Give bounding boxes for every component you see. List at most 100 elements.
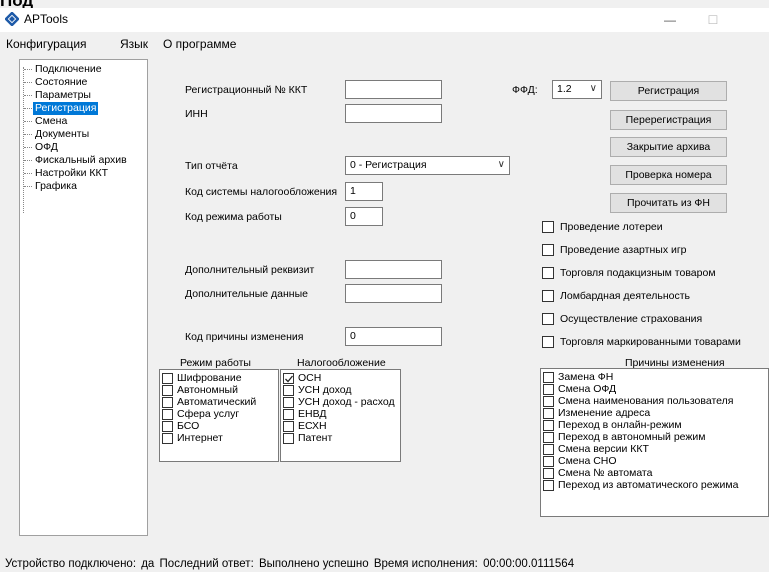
work-modes-list[interactable]: Шифрование Автономный Автоматический Сфера … (159, 369, 279, 462)
register-button[interactable]: Регистрация (610, 81, 727, 101)
inn-label: ИНН (185, 108, 208, 120)
taxation-title: Налогообложение (297, 357, 386, 369)
change-reason-checkbox[interactable] (543, 408, 554, 419)
tree-connector-line (23, 67, 24, 213)
tree-item-kkt-settings[interactable]: Настройки ККТ (23, 167, 110, 180)
menu-language[interactable]: Язык (120, 37, 148, 51)
activity-checkbox[interactable] (542, 336, 554, 348)
activity-checkbox[interactable] (542, 313, 554, 325)
extra-data-label: Дополнительные данные (185, 288, 308, 300)
work-mode-checkbox[interactable] (162, 385, 173, 396)
minimize-button[interactable]: — (653, 8, 687, 32)
change-reason-input[interactable]: 0 (345, 327, 442, 346)
extra-req-label: Дополнительный реквизит (185, 264, 315, 276)
close-archive-button[interactable]: Закрытие архива (610, 137, 727, 157)
status-connected-label: Устройство подключено: (5, 558, 137, 570)
taxation-checkbox[interactable] (283, 421, 294, 432)
work-mode-input[interactable]: 0 (345, 207, 383, 226)
taxation-checkbox[interactable] (283, 397, 294, 408)
activity-label: Торговля маркированными товарами (560, 336, 741, 348)
taxation-label: УСН доход (298, 384, 352, 396)
ffd-select[interactable]: 1.2 ∨ (552, 80, 602, 99)
work-mode-label: Код режима работы (185, 211, 282, 223)
tax-system-label: Код системы налогообложения (185, 186, 338, 198)
change-reasons-list[interactable]: Замена ФН Смена ОФД Смена наименования пол… (540, 368, 769, 517)
ffd-label: ФФД: (512, 84, 538, 96)
change-reason-label: Изменение адреса (558, 407, 651, 419)
change-reason-checkbox[interactable] (543, 372, 554, 383)
taxation-checkbox[interactable] (283, 433, 294, 444)
extra-data-input[interactable] (345, 284, 442, 303)
inn-input[interactable] (345, 104, 442, 123)
tax-system-input[interactable]: 1 (345, 182, 383, 201)
tree-item-documents[interactable]: Документы (23, 128, 91, 141)
taxation-label: ОСН (298, 372, 322, 384)
activity-checkbox[interactable] (542, 267, 554, 279)
read-from-fn-button[interactable]: Прочитать из ФН (610, 193, 727, 213)
ffd-value: 1.2 (557, 83, 572, 95)
activity-label: Торговля подакцизным товаром (560, 267, 716, 279)
work-mode-label: БСО (177, 420, 200, 432)
activity-label: Проведение лотереи (560, 221, 663, 233)
check-number-button[interactable]: Проверка номера (610, 165, 727, 185)
tree-item-graphics[interactable]: Графика (24, 180, 79, 193)
taxation-checkbox[interactable] (283, 409, 294, 420)
reg-number-label: Регистрационный № ККТ (185, 84, 308, 96)
activity-checkbox[interactable] (542, 290, 554, 302)
change-reason-checkbox[interactable] (543, 396, 554, 407)
work-mode-checkbox[interactable] (162, 409, 173, 420)
activity-checkbox[interactable] (542, 244, 554, 256)
report-type-value: 0 - Регистрация (350, 159, 427, 171)
work-mode-checkbox[interactable] (162, 421, 173, 432)
work-mode-label: Сфера услуг (177, 408, 240, 420)
tree-item-connection[interactable]: Подключение (24, 63, 104, 76)
tree-item-shift[interactable]: Смена (23, 115, 69, 128)
change-reason-label: Смена № автомата (558, 467, 653, 479)
taxation-list[interactable]: ОСН УСН доход УСН доход - расход ЕНВД ЕСХН Па… (280, 369, 401, 462)
taxation-checkbox[interactable] (283, 373, 294, 384)
activity-label: Осуществление страхования (560, 313, 703, 325)
taxation-label: УСН доход - расход (298, 396, 395, 408)
tree-item-parameters[interactable]: Параметры (24, 89, 93, 102)
taxation-label: ЕСХН (298, 420, 327, 432)
work-mode-checkbox[interactable] (162, 433, 173, 444)
navigation-tree[interactable]: Подключение Состояние Параметры Регистра… (19, 59, 148, 536)
tree-item-fiscal-archive[interactable]: Фискальный архив (24, 154, 129, 167)
change-reason-label: Смена ОФД (558, 383, 617, 395)
tree-item-ofd[interactable]: ОФД (24, 141, 60, 154)
report-type-select[interactable]: 0 - Регистрация ∨ (345, 156, 510, 175)
work-modes-title: Режим работы (180, 357, 251, 369)
status-last-answer-label: Последний ответ: (159, 558, 254, 570)
taxation-label: Патент (298, 432, 333, 444)
taxation-checkbox[interactable] (283, 385, 294, 396)
work-mode-checkbox[interactable] (162, 373, 173, 384)
activity-checkbox[interactable] (542, 221, 554, 233)
change-reason-label: Смена СНО (558, 455, 617, 467)
change-reason-label: Замена ФН (558, 371, 614, 383)
change-reason-checkbox[interactable] (543, 468, 554, 479)
menu-about[interactable]: О программе (163, 37, 236, 51)
status-exec-time-value: 00:00:00.0111564 (483, 558, 575, 570)
work-mode-label: Автономный (177, 384, 238, 396)
status-last-answer-value: Выполнено успешно (258, 558, 369, 570)
change-reason-checkbox[interactable] (543, 444, 554, 455)
chevron-down-icon: ∨ (497, 159, 505, 170)
extra-req-input[interactable] (345, 260, 442, 279)
change-reason-checkbox[interactable] (543, 456, 554, 467)
change-reason-checkbox[interactable] (543, 480, 554, 491)
change-reason-label: Смена версии ККТ (558, 443, 649, 455)
work-mode-label: Автоматический (177, 396, 257, 408)
reg-number-input[interactable] (345, 80, 442, 99)
menu-configuration[interactable]: Конфигурация (6, 37, 87, 51)
change-reason-label: Код причины изменения (185, 331, 304, 343)
change-reason-label: Смена наименования пользователя (558, 395, 734, 407)
change-reason-checkbox[interactable] (543, 432, 554, 443)
change-reason-checkbox[interactable] (543, 420, 554, 431)
work-mode-checkbox[interactable] (162, 397, 173, 408)
tree-item-state[interactable]: Состояние (23, 76, 89, 89)
maximize-button[interactable]: ☐ (696, 8, 730, 32)
change-reason-label: Переход из автоматического режима (558, 479, 739, 491)
change-reason-checkbox[interactable] (543, 384, 554, 395)
tree-item-registration[interactable]: Регистрация (23, 102, 99, 115)
reregister-button[interactable]: Перерегистрация (610, 110, 727, 130)
